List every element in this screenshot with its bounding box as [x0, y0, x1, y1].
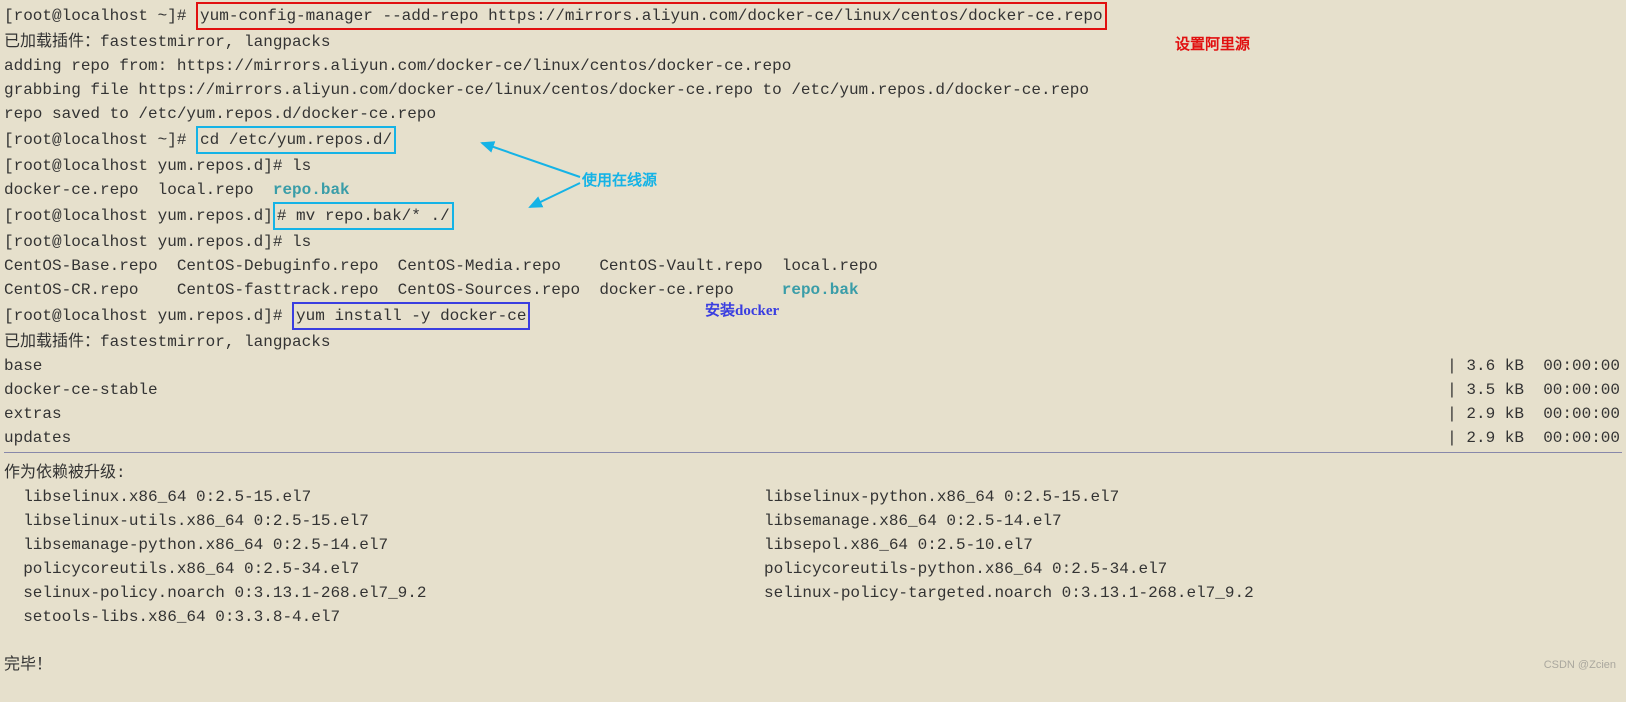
command-ls: ls — [292, 233, 311, 251]
prompt: [root@localhost yum.repos.d]# — [4, 233, 292, 251]
dir-repo-bak: repo.bak — [273, 181, 350, 199]
command-install: yum install -y docker-ce — [292, 302, 530, 330]
terminal-line: CentOS-CR.repo CentOS-fasttrack.repo Cen… — [4, 278, 1622, 302]
dep-item: selinux-policy-targeted.noarch 0:3.13.1-… — [764, 581, 1622, 605]
done-line: 完毕！ — [4, 653, 1622, 677]
dep-item: policycoreutils-python.x86_64 0:2.5-34.e… — [764, 557, 1622, 581]
repo-row: base| 3.6 kB 00:00:00 — [4, 354, 1622, 378]
terminal-line: [root@localhost ~]# yum-config-manager -… — [4, 2, 1622, 30]
dep-item: policycoreutils.x86_64 0:2.5-34.el7 — [4, 557, 764, 581]
prompt: [root@localhost ~]# — [4, 7, 196, 25]
annotation-red: 设置阿里源 — [1175, 34, 1250, 57]
separator — [4, 452, 1622, 453]
deps-header: 作为依赖被升级: — [4, 461, 1622, 485]
annotation-blue: 安装docker — [705, 300, 779, 323]
ls-output: docker-ce.repo local.repo — [4, 181, 273, 199]
terminal-line: [root@localhost yum.repos.d]# ls — [4, 154, 1622, 178]
dep-item: selinux-policy.noarch 0:3.13.1-268.el7_9… — [4, 581, 764, 605]
dep-item: setools-libs.x86_64 0:3.3.8-4.el7 — [4, 605, 764, 629]
terminal-line: CentOS-Base.repo CentOS-Debuginfo.repo C… — [4, 254, 1622, 278]
watermark: CSDN @Zcien — [1544, 657, 1616, 674]
prompt: [root@localhost ~]# — [4, 131, 196, 149]
dep-item: libsepol.x86_64 0:2.5-10.el7 — [764, 533, 1622, 557]
repo-row: docker-ce-stable| 3.5 kB 00:00:00 — [4, 378, 1622, 402]
terminal-line: [root@localhost yum.repos.d]# mv repo.ba… — [4, 202, 1622, 230]
dir-repo-bak: repo.bak — [782, 281, 859, 299]
terminal-line: adding repo from: https://mirrors.aliyun… — [4, 54, 1622, 78]
terminal-line: [root@localhost yum.repos.d]# ls — [4, 230, 1622, 254]
terminal-line: [root@localhost yum.repos.d]# yum instal… — [4, 302, 1622, 330]
dep-item: libselinux-python.x86_64 0:2.5-15.el7 — [764, 485, 1622, 509]
prompt-partial: [root@localhost yum.repos.d] — [4, 207, 273, 225]
terminal-line: 已加载插件：fastestmirror, langpacks — [4, 330, 1622, 354]
blank-line — [4, 629, 1622, 653]
dep-item: libsemanage-python.x86_64 0:2.5-14.el7 — [4, 533, 764, 557]
command-add-repo: yum-config-manager --add-repo https://mi… — [196, 2, 1107, 30]
command-mv: # mv repo.bak/* ./ — [273, 202, 454, 230]
prompt: [root@localhost yum.repos.d]# — [4, 157, 292, 175]
terminal-line: grabbing file https://mirrors.aliyun.com… — [4, 78, 1622, 102]
dep-item: libselinux.x86_64 0:2.5-15.el7 — [4, 485, 764, 509]
repo-row: updates| 2.9 kB 00:00:00 — [4, 426, 1622, 450]
prompt: [root@localhost yum.repos.d]# — [4, 307, 292, 325]
command-ls: ls — [292, 157, 311, 175]
terminal-line: docker-ce.repo local.repo repo.bak — [4, 178, 1622, 202]
dep-item: libselinux-utils.x86_64 0:2.5-15.el7 — [4, 509, 764, 533]
deps-columns: libselinux.x86_64 0:2.5-15.el7 libselinu… — [4, 485, 1622, 629]
terminal-line: 已加载插件：fastestmirror, langpacks — [4, 30, 1622, 54]
command-cd: cd /etc/yum.repos.d/ — [196, 126, 396, 154]
dep-item: libsemanage.x86_64 0:2.5-14.el7 — [764, 509, 1622, 533]
repo-row: extras| 2.9 kB 00:00:00 — [4, 402, 1622, 426]
terminal-line: repo saved to /etc/yum.repos.d/docker-ce… — [4, 102, 1622, 126]
terminal-line: [root@localhost ~]# cd /etc/yum.repos.d/ — [4, 126, 1622, 154]
annotation-cyan: 使用在线源 — [582, 170, 657, 193]
